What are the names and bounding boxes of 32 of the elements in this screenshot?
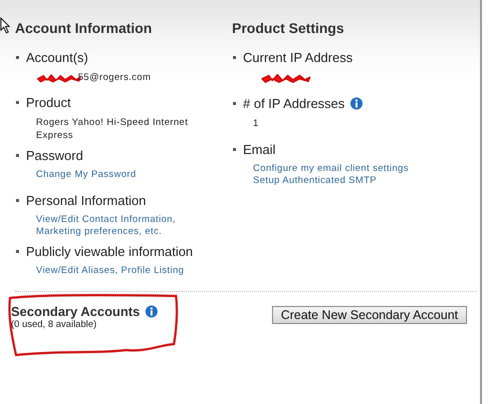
item-label: Publicly viewable information <box>26 244 193 258</box>
item-label: Password <box>26 148 84 162</box>
detail-text: Rogers Yahoo! Hi-Speed Internet Express <box>36 116 189 142</box>
link[interactable]: Setup Authenticated SMTP <box>253 175 377 187</box>
link[interactable]: Change My Password <box>36 169 221 181</box>
detail-text: 1 <box>253 117 260 130</box>
item-label: Email <box>243 142 276 156</box>
section-heading: Secondary Accounts <box>11 304 140 319</box>
item-label: # of IP Addresses <box>243 96 345 110</box>
create-account-button[interactable]: Create New Secondary Account <box>272 306 467 324</box>
info-icon[interactable] <box>350 96 363 110</box>
link[interactable]: View/Edit Aliases, Profile Listing <box>36 265 221 277</box>
mouse-pointer-icon <box>0 17 11 34</box>
email-address: 55@rogers.com <box>78 71 151 84</box>
bullet-icon <box>16 56 19 58</box>
bullet-icon <box>16 250 19 252</box>
info-icon[interactable] <box>144 305 158 318</box>
item-label: Product <box>26 94 71 110</box>
item-label: Personal Information <box>26 192 146 208</box>
bullet-icon <box>233 102 236 104</box>
link[interactable]: Configure my email client settings <box>253 163 409 175</box>
bullet-icon <box>233 148 236 150</box>
bullet-icon <box>16 198 19 202</box>
section-heading: Product Settings <box>232 20 346 38</box>
item-label: Account(s) <box>26 50 88 64</box>
bullet-icon <box>233 56 236 58</box>
usage-note: (0 used, 8 available) <box>11 319 98 330</box>
bullet-icon <box>16 100 19 104</box>
bullet-icon <box>16 154 19 156</box>
section-heading: Account Information <box>15 20 153 38</box>
link[interactable]: View/Edit Contact Information, Marketing preferences, etc. <box>36 214 221 238</box>
item-label: Current IP Address <box>243 50 353 64</box>
